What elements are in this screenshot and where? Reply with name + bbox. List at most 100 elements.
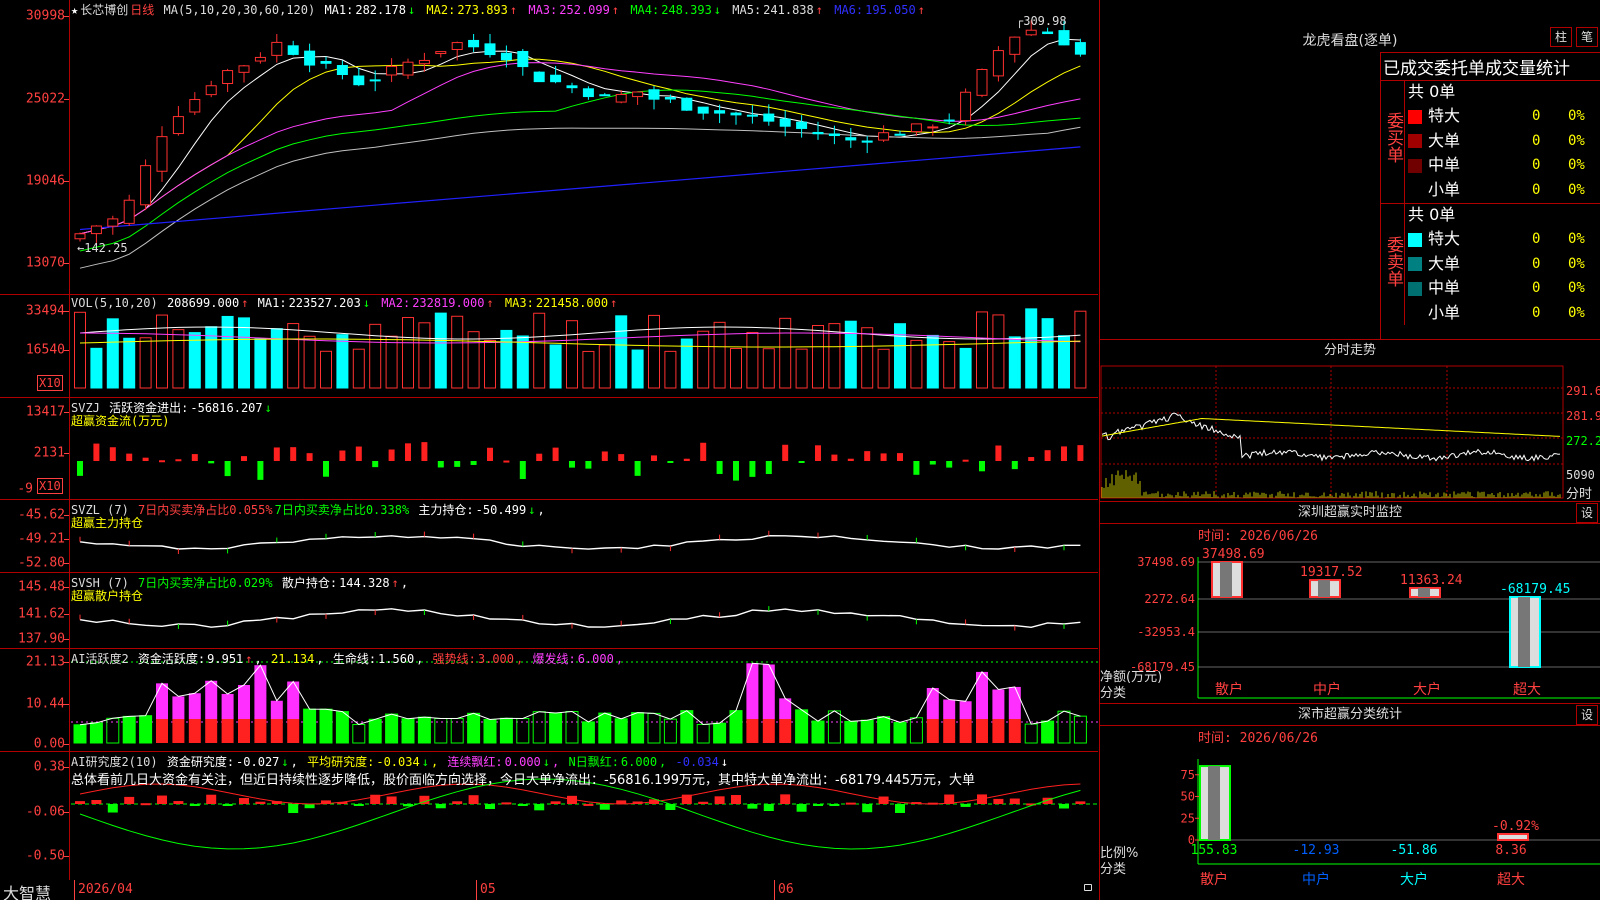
svzl-pane[interactable]: -45.62 -49.21 -52.80 SVZL (7) 7日内买卖净占比0.…	[0, 500, 1098, 573]
color-swatch	[1408, 232, 1422, 247]
row-label: 中单	[1428, 155, 1461, 174]
research-bar	[960, 804, 971, 807]
bar-mode-button[interactable]: 柱	[1550, 27, 1572, 47]
x10-badge[interactable]: X10	[37, 478, 63, 494]
candle-body	[533, 71, 545, 83]
stock-name: 长芯博创	[80, 3, 129, 17]
flow-bar	[93, 443, 100, 461]
flow-bar	[372, 461, 379, 468]
research-bar	[222, 804, 233, 806]
classify-panel[interactable]: 深市超赢分类统计 设 时间: 2026/06/26 75 50 25 0 155.83 散…	[1099, 704, 1600, 900]
activity-bar	[221, 719, 234, 743]
volume-pane[interactable]: 33494 16540 X10 VOL(5,10,20) 208699.000 ↑…	[0, 295, 1098, 398]
y-label: 13417	[25, 404, 65, 420]
y-label: 16540	[25, 342, 65, 358]
flow-bar	[913, 461, 920, 475]
candle-pane[interactable]: 30998 25022 19046 13070 ★ 长芯博创 日线 MA(5,10,…	[0, 0, 1098, 295]
classify-value-label: 8.36	[1495, 843, 1526, 858]
activity-bar	[303, 708, 317, 744]
stroke-mode-button[interactable]: 笔	[1576, 27, 1598, 47]
volume-bar	[533, 312, 546, 389]
activity-bar	[959, 701, 972, 719]
candle-body	[468, 39, 480, 48]
y-label: 137.90	[18, 631, 65, 647]
lhb-count: 0	[1532, 181, 1541, 198]
ai2-comment: 总体看前几日大资金有关注，但近日持续性逐步降低，股价面临方向选择，今日大单净流出…	[71, 773, 975, 788]
candle-body	[1074, 42, 1086, 55]
flow-bar	[1028, 457, 1035, 461]
research-bar	[813, 804, 823, 806]
flow-bar	[979, 461, 985, 472]
fenshi-panel[interactable]: 分时走势 291.6 281.9 272.2 5090 分时	[1099, 340, 1600, 502]
volume-bar	[352, 348, 365, 389]
monitor-value-label: 19317.52	[1300, 565, 1363, 580]
candle-chart[interactable]	[71, 0, 1098, 295]
price-line	[1101, 412, 1561, 462]
candle-body	[500, 52, 512, 61]
volume-bar	[976, 311, 988, 389]
volume-chart[interactable]	[71, 295, 1098, 398]
activity-bar	[139, 715, 153, 744]
activity-bar	[811, 720, 825, 744]
lhb-count: 0	[1532, 255, 1541, 272]
candle-body	[304, 50, 316, 66]
activity-bar	[89, 722, 103, 744]
candle-body	[861, 140, 873, 143]
candle-body	[320, 61, 332, 64]
classify-y-label: 25	[1181, 811, 1195, 825]
classify-chart[interactable]: 7550250155.83散户-12.93中户-51.86大户-0.92%8.3…	[1100, 704, 1600, 900]
ai-activity-pane[interactable]: 21.13 10.44 0.00 AI活跃度2 资金活跃度: 9.951 ↑, 21…	[0, 649, 1098, 752]
activity-bar	[893, 721, 907, 744]
color-swatch	[1408, 257, 1422, 271]
classify-category: 中户	[1302, 871, 1330, 888]
volume-bar	[254, 338, 267, 389]
flow-bar	[831, 454, 838, 461]
flow-bar	[651, 455, 657, 461]
fenshi-chart[interactable]	[1100, 340, 1600, 502]
monitor-chart[interactable]: 37498.69 2272.64 -32953.4 -68179.45 37498.69…	[1100, 502, 1600, 704]
lhb-percent: 0%	[1568, 304, 1585, 321]
candle-body	[632, 91, 644, 98]
flow-bar	[109, 447, 116, 461]
monitor-bar-shade	[1220, 562, 1232, 597]
candle-body	[714, 110, 726, 114]
candle-plot[interactable]: ┌309.98 ←142.25	[71, 0, 1098, 294]
volume-bar	[139, 337, 152, 389]
volume-bar	[664, 350, 677, 389]
activity-bar	[943, 699, 956, 719]
research-bar	[485, 804, 495, 809]
activity-bar	[992, 719, 1005, 743]
research-bar	[353, 804, 364, 806]
volume-bar	[894, 323, 906, 389]
flow-bar	[864, 451, 871, 461]
flow-bar	[339, 450, 346, 461]
volume-bar	[943, 341, 956, 389]
svzj-pane[interactable]: 13417 2131 -9 X10 SVZJ 活跃资金进出: -56816.207…	[0, 398, 1098, 500]
activity-bar	[1008, 686, 1021, 719]
flow-bar	[273, 447, 280, 461]
ma60-line	[79, 126, 1081, 269]
volume-bar	[74, 311, 86, 389]
activity-bar	[532, 711, 546, 744]
y-label: 2131	[33, 445, 65, 461]
color-swatch	[1408, 134, 1422, 148]
research-bar	[140, 803, 151, 806]
monitor-panel[interactable]: 深圳超赢实时监控 设 时间: 2026/06/26 37498.69 2272.6…	[1099, 502, 1600, 704]
activity-bar	[221, 693, 234, 719]
vol-y-axis: 33494 16540 X10	[0, 295, 70, 397]
svsh-pane[interactable]: 145.48 141.62 137.90 SVSH (7) 7日内买卖净占比0.…	[0, 573, 1098, 649]
flow-bar	[1011, 461, 1018, 470]
flow-bar	[388, 449, 395, 461]
row-label: 小单	[1428, 302, 1461, 322]
x10-badge[interactable]: X10	[37, 375, 63, 391]
color-swatch	[1408, 109, 1422, 124]
activity-bar	[877, 716, 891, 744]
lhb-percent: 0%	[1568, 255, 1585, 272]
volume-bar	[467, 331, 480, 389]
row-label: 小单	[1428, 179, 1461, 199]
candle-body	[730, 112, 742, 116]
volume-bar	[631, 349, 644, 389]
activity-bar	[762, 719, 775, 743]
ai-research-pane[interactable]: 0.38 -0.06 -0.50 AI研究度2(10) 资金研究度: -0.027…	[0, 752, 1098, 882]
period-label[interactable]: 日线	[130, 3, 154, 17]
